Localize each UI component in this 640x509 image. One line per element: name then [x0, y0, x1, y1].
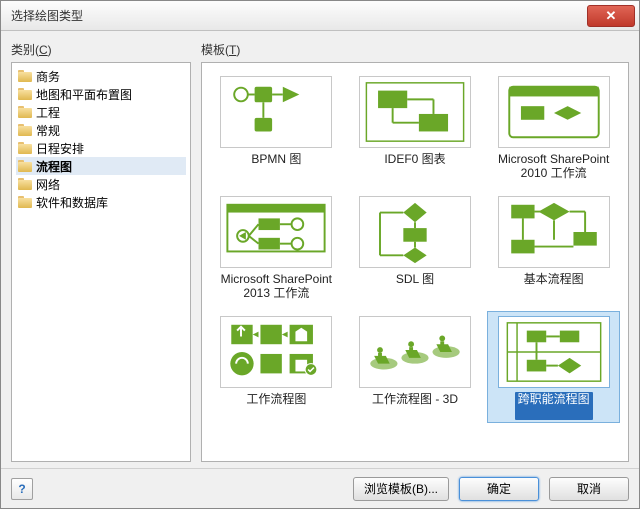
categories-label: 类别(C) — [11, 41, 191, 58]
template-caption: 基本流程图 — [524, 272, 584, 300]
folder-icon — [18, 106, 32, 118]
folder-icon — [18, 178, 32, 190]
cancel-button[interactable]: 取消 — [549, 477, 629, 501]
template-caption: Microsoft SharePoint 2010 工作流 — [490, 152, 617, 180]
sidebar: 类别(C) 商务地图和平面布置图工程常规日程安排流程图网络软件和数据库 — [11, 41, 191, 462]
template-caption: IDEF0 图表 — [384, 152, 445, 180]
template-thumbnail — [359, 196, 471, 268]
main-panel: 模板(T) BPMN 图 IDEF0 图表 Microsoft SharePoint… — [201, 41, 629, 462]
browse-button[interactable]: 浏览模板(B)... — [353, 477, 449, 501]
category-label: 地图和平面布置图 — [36, 86, 132, 103]
template-item[interactable]: SDL 图 — [349, 191, 482, 303]
template-item[interactable]: BPMN 图 — [210, 71, 343, 183]
templates-grid: BPMN 图 IDEF0 图表 Microsoft SharePoint 2010 … — [210, 71, 620, 423]
folder-icon — [18, 142, 32, 154]
category-item[interactable]: 常规 — [16, 121, 186, 139]
ok-button[interactable]: 确定 — [459, 477, 539, 501]
category-label: 常规 — [36, 122, 60, 139]
templates-label: 模板(T) — [201, 41, 629, 58]
template-thumbnail — [498, 76, 610, 148]
category-label: 软件和数据库 — [36, 194, 108, 211]
templates-box[interactable]: BPMN 图 IDEF0 图表 Microsoft SharePoint 2010 … — [201, 62, 629, 462]
template-thumbnail — [220, 196, 332, 268]
close-button[interactable]: ✕ — [587, 5, 635, 27]
category-label: 商务 — [36, 68, 60, 85]
template-thumbnail — [498, 316, 610, 388]
template-thumbnail — [359, 316, 471, 388]
template-item[interactable]: 跨职能流程图 — [487, 311, 620, 423]
template-item[interactable]: Microsoft SharePoint 2010 工作流 — [487, 71, 620, 183]
category-item[interactable]: 商务 — [16, 67, 186, 85]
template-thumbnail — [359, 76, 471, 148]
template-item[interactable]: 基本流程图 — [487, 191, 620, 303]
template-caption: 工作流程图 — [246, 392, 306, 420]
template-thumbnail — [220, 316, 332, 388]
category-item[interactable]: 地图和平面布置图 — [16, 85, 186, 103]
template-caption: BPMN 图 — [251, 152, 301, 180]
template-caption: Microsoft SharePoint 2013 工作流 — [213, 272, 340, 300]
help-button[interactable]: ? — [11, 478, 33, 500]
folder-icon — [18, 70, 32, 82]
categories-tree[interactable]: 商务地图和平面布置图工程常规日程安排流程图网络软件和数据库 — [11, 62, 191, 462]
folder-icon — [18, 196, 32, 208]
category-label: 日程安排 — [36, 140, 84, 157]
titlebar: 选择绘图类型 ✕ — [1, 1, 639, 31]
template-thumbnail — [220, 76, 332, 148]
footer: ? 浏览模板(B)... 确定 取消 — [1, 468, 639, 508]
close-icon: ✕ — [606, 8, 617, 24]
template-item[interactable]: 工作流程图 - 3D — [349, 311, 482, 423]
category-label: 工程 — [36, 104, 60, 121]
category-label: 流程图 — [36, 158, 72, 175]
category-label: 网络 — [36, 176, 60, 193]
help-icon: ? — [18, 482, 25, 496]
folder-icon — [18, 124, 32, 136]
category-item[interactable]: 网络 — [16, 175, 186, 193]
template-caption: 跨职能流程图 — [515, 392, 593, 420]
category-item[interactable]: 工程 — [16, 103, 186, 121]
dialog: 选择绘图类型 ✕ 类别(C) 商务地图和平面布置图工程常规日程安排流程图网络软件… — [0, 0, 640, 509]
template-caption: 工作流程图 - 3D — [372, 392, 458, 420]
template-item[interactable]: IDEF0 图表 — [349, 71, 482, 183]
template-thumbnail — [498, 196, 610, 268]
template-caption: SDL 图 — [396, 272, 434, 300]
category-item[interactable]: 日程安排 — [16, 139, 186, 157]
template-item[interactable]: 工作流程图 — [210, 311, 343, 423]
template-item[interactable]: Microsoft SharePoint 2013 工作流 — [210, 191, 343, 303]
window-title: 选择绘图类型 — [1, 7, 583, 24]
dialog-body: 类别(C) 商务地图和平面布置图工程常规日程安排流程图网络软件和数据库 模板(T… — [1, 31, 639, 468]
folder-icon — [18, 88, 32, 100]
category-item[interactable]: 软件和数据库 — [16, 193, 186, 211]
category-item[interactable]: 流程图 — [16, 157, 186, 175]
folder-icon — [18, 160, 32, 172]
